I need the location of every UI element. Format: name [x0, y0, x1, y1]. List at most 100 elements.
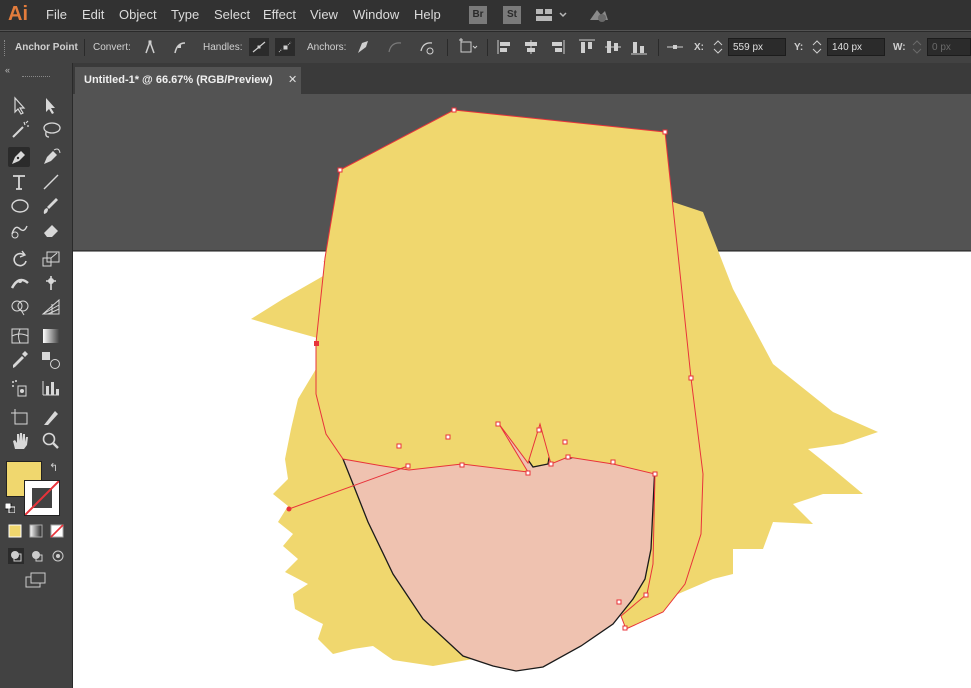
document-tab[interactable]: Untitled-1* @ 66.67% (RGB/Preview) ✕: [75, 67, 301, 94]
column-graph-tool-icon[interactable]: [40, 378, 62, 398]
convert-corner-icon[interactable]: [139, 37, 161, 57]
convert-smooth-icon[interactable]: [169, 37, 191, 57]
document-tab-bar: Untitled-1* @ 66.67% (RGB/Preview) ✕: [73, 63, 971, 94]
y-input[interactable]: [827, 38, 885, 56]
align-center-icon[interactable]: [520, 37, 542, 57]
stock-button[interactable]: St: [503, 6, 521, 24]
align-middle-icon[interactable]: [602, 37, 624, 57]
none-mode-icon[interactable]: [50, 524, 64, 538]
width-tool-icon[interactable]: [9, 273, 31, 293]
gradient-mode-icon[interactable]: [29, 524, 43, 538]
w-stepper[interactable]: [909, 38, 925, 56]
bridge-button[interactable]: Br: [469, 6, 487, 24]
draw-behind-icon[interactable]: [29, 548, 45, 564]
color-mode-icon[interactable]: [8, 524, 22, 538]
swap-fill-stroke-icon[interactable]: ↰: [49, 461, 58, 474]
symbol-sprayer-tool-icon[interactable]: [9, 378, 31, 398]
default-fill-stroke-icon[interactable]: [4, 500, 16, 514]
paintbrush-tool-icon[interactable]: [40, 196, 62, 216]
screen-mode-icon[interactable]: [24, 571, 48, 589]
artboard-tool-icon[interactable]: [9, 407, 31, 427]
slice-tool-icon[interactable]: [40, 407, 62, 427]
convert-label: Convert:: [93, 42, 131, 53]
pen-tool-icon[interactable]: [8, 147, 30, 167]
handle-point[interactable]: [286, 506, 292, 512]
type-tool-icon[interactable]: [9, 172, 31, 192]
remove-anchor-icon[interactable]: [352, 37, 374, 57]
reference-point-icon[interactable]: [664, 37, 686, 57]
menu-edit[interactable]: Edit: [82, 7, 104, 22]
mesh-tool-icon[interactable]: [9, 326, 31, 346]
collapse-panel-icon[interactable]: «: [5, 65, 10, 75]
eyedropper-tool-icon[interactable]: [9, 350, 31, 370]
perspective-grid-tool-icon[interactable]: [40, 297, 62, 317]
anchor-point: [396, 443, 402, 449]
panel-grip[interactable]: [22, 76, 50, 79]
draw-inside-icon[interactable]: [50, 548, 66, 564]
gradient-tool-icon[interactable]: [40, 326, 62, 346]
x-input[interactable]: [728, 38, 786, 56]
menu-file[interactable]: File: [46, 7, 67, 22]
selected-anchor-point[interactable]: [314, 341, 319, 346]
gpu-performance-icon[interactable]: [588, 6, 610, 29]
shaper-tool-icon[interactable]: [9, 220, 31, 240]
divider: [487, 39, 488, 56]
x-stepper[interactable]: [710, 38, 726, 56]
hide-handles-icon[interactable]: [274, 37, 296, 57]
anchor-point: [616, 599, 622, 605]
scale-tool-icon[interactable]: [40, 249, 62, 269]
anchor-point: [495, 421, 501, 427]
eraser-tool-icon[interactable]: [40, 220, 62, 240]
menu-select[interactable]: Select: [214, 7, 250, 22]
puppet-warp-tool-icon[interactable]: [40, 273, 62, 293]
anchor-point: [337, 167, 343, 173]
zoom-tool-icon[interactable]: [40, 431, 62, 451]
show-handles-icon[interactable]: [248, 37, 270, 57]
w-input[interactable]: [927, 38, 971, 56]
illustrator-logo: Ai: [8, 3, 28, 25]
canvas[interactable]: [73, 94, 971, 688]
panel-grip[interactable]: [4, 40, 8, 56]
align-right-icon[interactable]: [546, 37, 568, 57]
anchor-point: [536, 427, 542, 433]
align-bottom-icon[interactable]: [628, 37, 650, 57]
lasso-tool-icon[interactable]: [40, 120, 62, 140]
divider: [658, 39, 659, 56]
w-label: W:: [893, 42, 906, 53]
y-stepper[interactable]: [809, 38, 825, 56]
anchor-point: [688, 375, 694, 381]
arrange-documents-icon[interactable]: [536, 8, 568, 27]
anchor-point: [405, 463, 411, 469]
menu-view[interactable]: View: [310, 7, 338, 22]
tools-panel: « ↰: [0, 63, 73, 688]
rotate-tool-icon[interactable]: [9, 249, 31, 269]
blend-tool-icon[interactable]: [40, 350, 62, 370]
menu-object[interactable]: Object: [119, 7, 157, 22]
divider: [84, 39, 85, 56]
cut-path-icon[interactable]: [416, 37, 438, 57]
curvature-tool-icon[interactable]: [40, 147, 62, 167]
magic-wand-tool-icon[interactable]: [9, 120, 31, 140]
align-left-icon[interactable]: [494, 37, 516, 57]
anchor-point: [548, 461, 554, 467]
align-top-icon[interactable]: [576, 37, 598, 57]
ellipse-tool-icon[interactable]: [9, 196, 31, 216]
hand-tool-icon[interactable]: [9, 431, 31, 451]
menu-type[interactable]: Type: [171, 7, 199, 22]
menu-window[interactable]: Window: [353, 7, 399, 22]
anchor-point: [622, 625, 628, 631]
menu-help[interactable]: Help: [414, 7, 441, 22]
anchor-point: [652, 471, 658, 477]
stroke-color-swatch[interactable]: [24, 480, 60, 516]
close-icon[interactable]: ✕: [288, 73, 297, 86]
selection-tool-icon[interactable]: [9, 96, 31, 116]
anchor-point: [525, 470, 531, 476]
menu-effect[interactable]: Effect: [263, 7, 296, 22]
anchors-label: Anchors:: [307, 42, 347, 53]
line-segment-tool-icon[interactable]: [40, 172, 62, 192]
isolate-mask-icon[interactable]: [457, 37, 479, 57]
direct-selection-tool-icon[interactable]: [40, 96, 62, 116]
connect-anchors-icon[interactable]: [384, 37, 406, 57]
shape-builder-tool-icon[interactable]: [9, 297, 31, 317]
draw-normal-icon[interactable]: [8, 548, 24, 564]
